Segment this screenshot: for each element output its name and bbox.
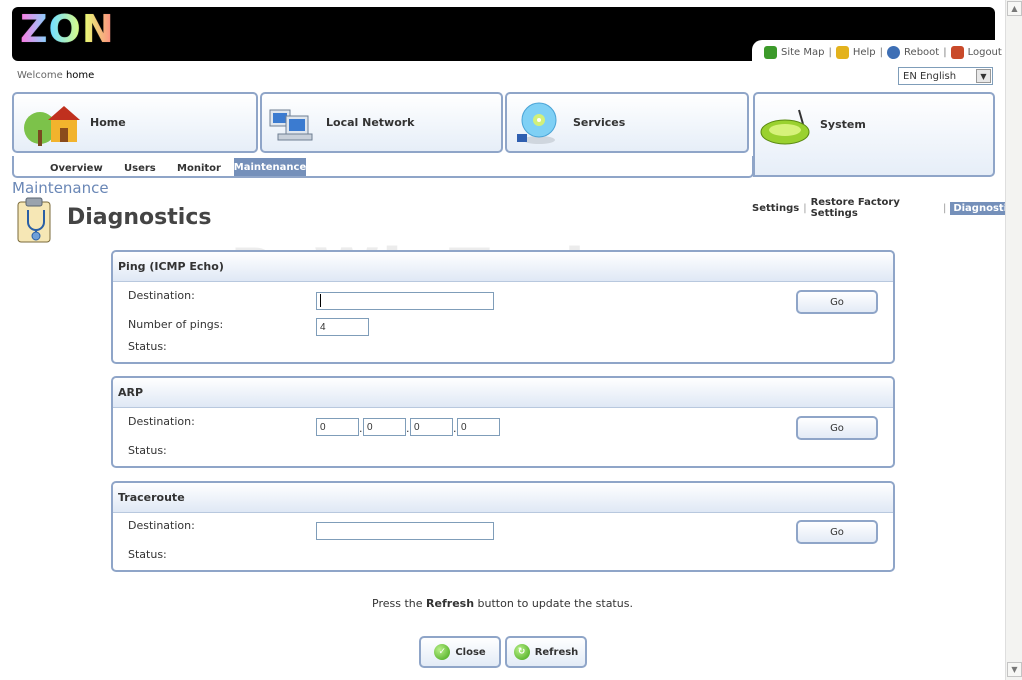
subnav-maintenance[interactable]: Maintenance (234, 158, 306, 176)
link-settings[interactable]: Settings (752, 203, 799, 214)
traceroute-destination-label: Destination: (128, 519, 195, 532)
ping-panel-title: Ping (ICMP Echo) (113, 252, 893, 282)
ping-panel: Ping (ICMP Echo) (111, 250, 895, 364)
scroll-down-icon[interactable]: ▼ (1007, 662, 1022, 677)
arp-panel: ARP (111, 376, 895, 468)
help-icon (835, 46, 849, 59)
sitemap-link[interactable]: Site Map (781, 47, 824, 58)
chevron-down-icon[interactable]: ▼ (976, 69, 991, 83)
logout-link[interactable]: Logout (968, 47, 1002, 58)
arp-status-label: Status: (128, 444, 167, 457)
refresh-button[interactable]: ↻ Refresh (505, 636, 587, 668)
arp-ip-octet-1[interactable] (316, 418, 359, 436)
link-restore-factory[interactable]: Restore Factory Settings (811, 197, 939, 219)
sitemap-icon (764, 46, 777, 59)
arp-ip-octet-2[interactable] (363, 418, 406, 436)
close-button[interactable]: ✓ Close (419, 636, 501, 668)
welcome-text: Welcome home (17, 70, 95, 81)
tab-system-label: System (820, 118, 866, 131)
tab-system[interactable]: System (753, 92, 995, 177)
section-title: Maintenance (12, 179, 109, 197)
ping-status-label: Status: (128, 340, 167, 353)
diagnostics-submenu: Settings | Restore Factory Settings | Di… (752, 197, 1022, 219)
logout-icon (950, 46, 964, 59)
power-icon (887, 46, 901, 59)
house-tree-icon (24, 106, 80, 146)
refresh-icon: ↻ (513, 644, 530, 660)
reboot-link[interactable]: Reboot (904, 47, 939, 58)
close-check-icon: ✓ (434, 644, 451, 660)
tab-services-label: Services (573, 116, 626, 129)
refresh-hint: Press the Refresh button to update the s… (372, 597, 633, 610)
arp-destination-label: Destination: (128, 415, 195, 428)
language-select[interactable]: EN English ▼ (898, 67, 993, 85)
traceroute-panel-title: Traceroute (113, 483, 893, 513)
disc-icon (517, 102, 557, 144)
traceroute-destination-input[interactable] (316, 522, 494, 540)
subnav-overview[interactable]: Overview (50, 163, 103, 174)
ping-count-label: Number of pings: (128, 318, 224, 331)
tab-home-label: Home (90, 116, 126, 129)
tab-services[interactable]: Services (505, 92, 749, 153)
traceroute-status-label: Status: (128, 548, 167, 561)
traceroute-go-button[interactable]: Go (796, 520, 878, 544)
arp-panel-title: ARP (113, 378, 893, 408)
top-links: Site Map | Help | Reboot | Logout (764, 46, 1002, 59)
tab-local-network[interactable]: Local Network (260, 92, 503, 153)
ping-count-input[interactable] (316, 318, 369, 336)
ping-destination-input[interactable] (316, 292, 494, 310)
arp-ip-octet-4[interactable] (457, 418, 500, 436)
router-icon (760, 109, 810, 145)
subnav-users[interactable]: Users (124, 163, 156, 174)
username: home (65, 70, 95, 81)
tab-home[interactable]: Home (12, 92, 258, 153)
arp-go-button[interactable]: Go (796, 416, 878, 440)
clipboard-stethoscope-icon (17, 197, 51, 243)
ping-go-button[interactable]: Go (796, 290, 878, 314)
subnav-monitor[interactable]: Monitor (177, 163, 221, 174)
help-link[interactable]: Help (853, 47, 876, 58)
page-title: Diagnostics (67, 205, 212, 230)
arp-ip-octet-3[interactable] (410, 418, 453, 436)
vertical-scrollbar[interactable]: ▲ ▼ (1005, 0, 1022, 680)
zon-logo: ZON (20, 7, 115, 51)
ping-destination-label: Destination: (128, 289, 195, 302)
computers-icon (269, 109, 313, 141)
traceroute-panel: Traceroute (111, 481, 895, 572)
scroll-up-icon[interactable]: ▲ (1007, 1, 1022, 16)
tab-local-network-label: Local Network (326, 116, 415, 129)
